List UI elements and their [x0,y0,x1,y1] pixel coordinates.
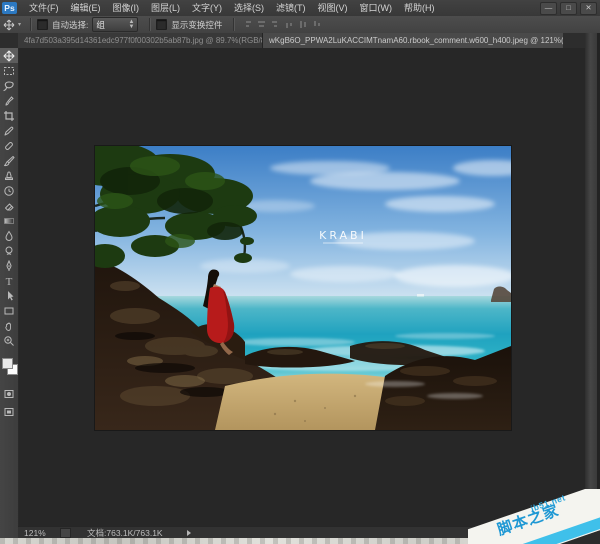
tool-move[interactable] [0,48,18,63]
maximize-button[interactable]: □ [560,2,577,15]
quick-mask-button[interactable] [0,386,18,401]
foreground-background-swatches[interactable] [0,356,18,380]
menu-file[interactable]: 文件(F) [23,1,65,16]
tool-spot-healing[interactable] [0,138,18,153]
tool-pen[interactable] [0,258,18,273]
separator [30,18,33,31]
tool-eyedropper[interactable] [0,123,18,138]
menu-layer[interactable]: 图层(L) [145,1,186,16]
show-transform-label: 显示变换控件 [171,19,223,30]
align-buttons-group [242,19,323,30]
dropdown-arrows-icon: ▲ ▼ [128,18,135,30]
zoom-level-field[interactable]: 121% [24,528,58,538]
separator [149,18,152,31]
menu-type[interactable]: 文字(Y) [186,1,228,16]
tool-path-selection[interactable] [0,288,18,303]
tool-rectangular-marquee[interactable] [0,63,18,78]
align-right-edges-icon[interactable] [270,19,281,30]
foreground-color-swatch[interactable] [2,358,13,369]
svg-text:T: T [6,276,13,287]
tool-clone-stamp[interactable] [0,168,18,183]
menu-filter[interactable]: 滤镜(T) [270,1,312,16]
tool-blur[interactable] [0,228,18,243]
photoshop-window: Ps 文件(F) 编辑(E) 图像(I) 图层(L) 文字(Y) 选择(S) 滤… [0,0,600,544]
tool-rectangle-shape[interactable] [0,303,18,318]
tab-title: 4fa7d503a395d14361edc977f0f00302b5ab87b.… [24,36,263,45]
tool-gradient[interactable] [0,213,18,228]
menu-edit[interactable]: 编辑(E) [65,1,107,16]
tool-options-bar: ▾ 自动选择: 组 ▲ ▼ 显示变换控件 [0,16,600,34]
tool-history-brush[interactable] [0,183,18,198]
align-vertical-centers-icon[interactable] [256,19,267,30]
menu-help[interactable]: 帮助(H) [398,1,441,16]
svg-text:KRABI: KRABI [319,229,367,242]
auto-select-value: 组 [96,19,105,30]
tool-quick-selection[interactable] [0,93,18,108]
status-icon [60,528,71,538]
auto-select-checkbox[interactable] [37,19,49,30]
tool-zoom[interactable] [0,333,18,348]
screen-mode-button[interactable] [0,404,18,419]
tool-eraser[interactable] [0,198,18,213]
document-tab-bar: 4fa7d503a395d14361edc977f0f00302b5ab87b.… [0,33,600,48]
menu-bar: Ps 文件(F) 编辑(E) 图像(I) 图层(L) 文字(Y) 选择(S) 滤… [0,0,600,17]
show-transform-checkbox[interactable] [156,19,168,30]
tool-lasso[interactable] [0,78,18,93]
auto-select-dropdown[interactable]: 组 ▲ ▼ [92,17,139,32]
minimize-button[interactable]: — [540,2,557,15]
tool-type[interactable]: T [0,273,18,288]
boat [417,294,424,297]
ps-logo[interactable]: Ps [2,2,17,14]
tool-crop[interactable] [0,108,18,123]
align-bottom-edges-icon[interactable] [312,19,323,30]
document-tab-active[interactable]: wKgB6O_PPWA2LuKACCIMTnamA60.rbook_commen… [263,33,563,48]
tools-panel: T [0,48,19,538]
tool-preset-picker[interactable]: ▾ [3,19,21,31]
align-left-edges-icon[interactable] [242,19,253,30]
align-top-edges-icon[interactable] [284,19,295,30]
status-menu-arrow-icon[interactable] [186,530,191,536]
align-horizontal-centers-icon[interactable] [298,19,309,30]
krabi-watermark: KRABI [319,229,367,244]
separator [233,18,236,31]
move-tool-icon [3,19,15,30]
menu-view[interactable]: 视图(V) [312,1,354,16]
site-watermark-ribbon: jb51.net 脚本之家 [468,489,600,544]
menu-window[interactable]: 窗口(W) [354,1,399,16]
tool-hand[interactable] [0,318,18,333]
tool-brush[interactable] [0,153,18,168]
document-tab-inactive[interactable]: 4fa7d503a395d14361edc977f0f00302b5ab87b.… [18,33,263,48]
tool-dodge[interactable] [0,243,18,258]
menu-image[interactable]: 图像(I) [107,1,146,16]
auto-select-label: 自动选择: [52,19,89,30]
panel-dock-strip [585,33,597,526]
chevron-down-icon: ▾ [18,22,22,28]
window-controls: — □ ✕ [540,2,597,15]
close-button[interactable]: ✕ [580,2,597,15]
tab-title: wKgB6O_PPWA2LuKACCIMTnamA60.rbook_commen… [269,36,563,45]
beach-photo: KRABI [60,142,533,430]
photo-document[interactable]: KRABI [60,142,533,430]
menu-select[interactable]: 选择(S) [228,1,270,16]
